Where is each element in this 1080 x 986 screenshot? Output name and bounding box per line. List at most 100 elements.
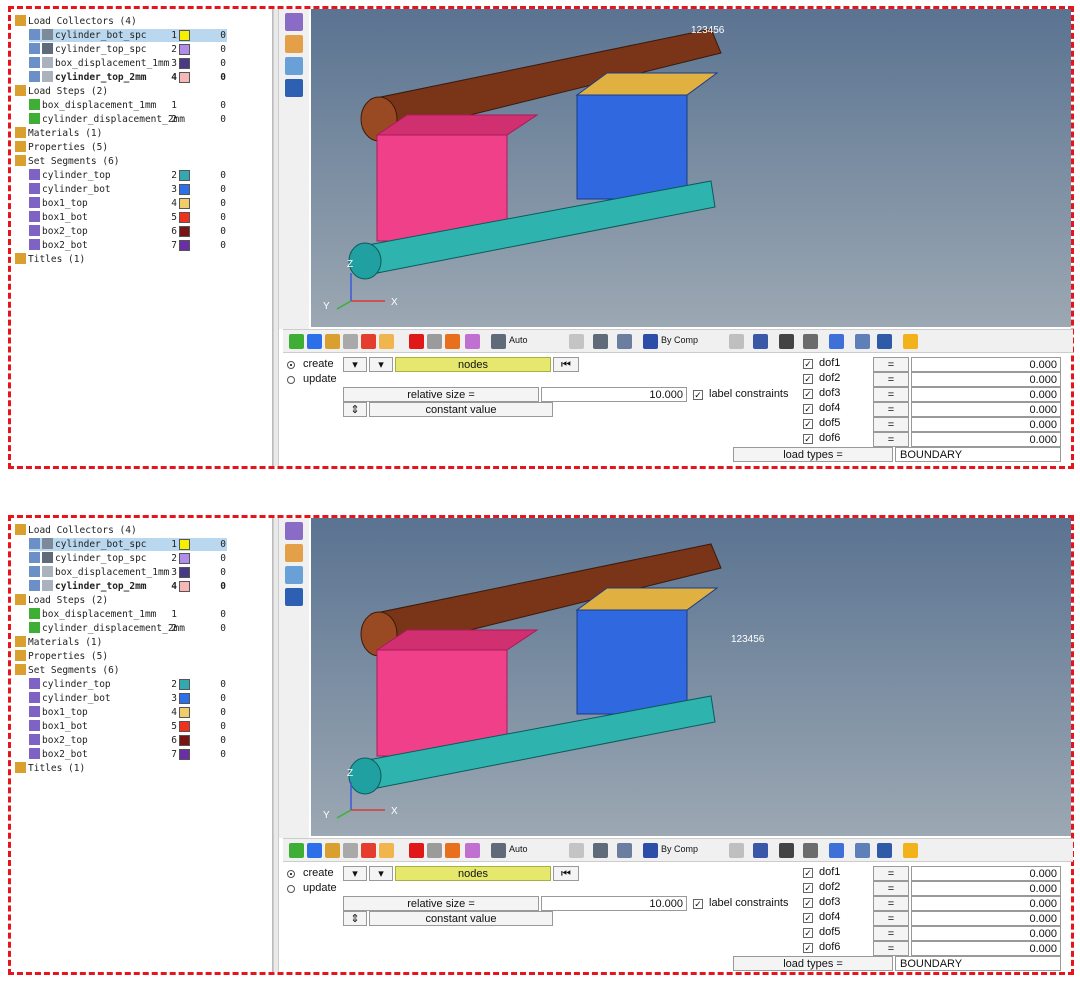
dof-checkbox[interactable]: ✓ (803, 419, 813, 429)
help-icon[interactable] (465, 843, 480, 858)
assign-icon[interactable] (289, 843, 304, 858)
collector-color-swatch[interactable] (179, 72, 190, 83)
tree-materials[interactable]: Materials (1) (15, 127, 102, 140)
line-icon[interactable] (779, 334, 794, 349)
tree-step-row[interactable]: cylinder_displacement_2mm (29, 622, 185, 635)
update-radio[interactable] (287, 376, 295, 384)
tree-segment-row[interactable]: cylinder_bot (29, 183, 111, 196)
tree-set-segments[interactable]: Set Segments (6) (15, 155, 120, 168)
monitor-icon[interactable] (877, 843, 892, 858)
layers-icon[interactable] (307, 843, 322, 858)
dof-value-input[interactable]: 0.000 (911, 911, 1061, 926)
tree-collector-row[interactable]: cylinder_top_2mm (29, 580, 147, 593)
line-icon[interactable] (779, 843, 794, 858)
constant-value-selector[interactable]: constant value (369, 911, 553, 926)
monitor-icon[interactable] (877, 334, 892, 349)
model-scene[interactable]: 123456 Z Y X (311, 9, 1071, 327)
segment-color-swatch[interactable] (179, 226, 190, 237)
reset-selection-button[interactable]: ⏮ (553, 866, 579, 881)
segment-color-swatch[interactable] (179, 721, 190, 732)
material-icon[interactable] (325, 334, 340, 349)
shading-icon[interactable] (593, 843, 608, 858)
segment-color-swatch[interactable] (179, 707, 190, 718)
tree-load-collectors[interactable]: Load Collectors (4) (15, 524, 137, 537)
tree-set-segments[interactable]: Set Segments (6) (15, 664, 120, 677)
collector-color-swatch[interactable] (179, 58, 190, 69)
segment-color-swatch[interactable] (179, 693, 190, 704)
segment-color-swatch[interactable] (179, 198, 190, 209)
tree-load-steps[interactable]: Load Steps (2) (15, 594, 108, 607)
tree-properties[interactable]: Properties (5) (15, 141, 108, 154)
visibility-icon[interactable] (569, 334, 584, 349)
segment-color-swatch[interactable] (179, 212, 190, 223)
display-mode-select[interactable]: Auto (509, 335, 528, 345)
dof-checkbox[interactable]: ✓ (803, 898, 813, 908)
folder-icon[interactable] (379, 334, 394, 349)
folder-icon[interactable] (379, 843, 394, 858)
surface-icon[interactable] (829, 334, 844, 349)
dof-checkbox[interactable]: ✓ (803, 389, 813, 399)
organize-icon[interactable] (445, 843, 460, 858)
collector-color-swatch[interactable] (179, 567, 190, 578)
surface-icon[interactable] (829, 843, 844, 858)
dof-value-input[interactable]: 0.000 (911, 357, 1061, 372)
label-constraints-checkbox[interactable]: ✓ (693, 390, 703, 400)
shading-icon[interactable] (593, 334, 608, 349)
dof-checkbox[interactable]: ✓ (803, 928, 813, 938)
assign-icon[interactable] (289, 334, 304, 349)
label-abc-icon[interactable] (285, 13, 303, 31)
display-mode-icon[interactable] (491, 843, 506, 858)
color-mode-select[interactable]: By Comp (661, 844, 698, 854)
relative-size-input[interactable]: 10.000 (541, 387, 687, 402)
tree-collector-row[interactable]: cylinder_bot_spc (29, 29, 227, 42)
dof-value-input[interactable]: 0.000 (911, 896, 1061, 911)
load-types-input[interactable]: BOUNDARY (895, 447, 1061, 462)
tree-segment-row[interactable]: cylinder_top (29, 678, 111, 691)
mesh-icon[interactable] (855, 334, 870, 349)
segment-color-swatch[interactable] (179, 240, 190, 251)
entity-dropdown-1[interactable]: ▾ (343, 357, 367, 372)
dof-value-input[interactable]: 0.000 (911, 372, 1061, 387)
value-type-toggle[interactable]: ⇕ (343, 402, 367, 417)
tree-properties[interactable]: Properties (5) (15, 650, 108, 663)
display-mode-select[interactable]: Auto (509, 844, 528, 854)
label-constraints-checkbox[interactable]: ✓ (693, 899, 703, 909)
dof-value-input[interactable]: 0.000 (911, 926, 1061, 941)
tree-segment-row[interactable]: box1_top (29, 197, 88, 210)
tree-segment-row[interactable]: box2_bot (29, 748, 88, 761)
star-icon[interactable] (903, 334, 918, 349)
wireframe-icon[interactable] (729, 334, 744, 349)
solid-icon[interactable] (753, 334, 768, 349)
segment-color-swatch[interactable] (179, 735, 190, 746)
plane-icon[interactable] (285, 588, 303, 606)
tree-titles[interactable]: Titles (1) (15, 253, 85, 266)
tree-segment-row[interactable]: box2_top (29, 225, 88, 238)
collector-color-swatch[interactable] (179, 553, 190, 564)
dof-checkbox[interactable]: ✓ (803, 913, 813, 923)
dof-value-input[interactable]: 0.000 (911, 881, 1061, 896)
solid-icon[interactable] (753, 843, 768, 858)
mesh-icon[interactable] (855, 843, 870, 858)
tree-load-steps[interactable]: Load Steps (2) (15, 85, 108, 98)
collector-color-swatch[interactable] (179, 30, 190, 41)
segment-color-swatch[interactable] (179, 749, 190, 760)
dof-value-input[interactable]: 0.000 (911, 866, 1061, 881)
segment-color-swatch[interactable] (179, 679, 190, 690)
collector-color-swatch[interactable] (179, 539, 190, 550)
color-mode-select[interactable]: By Comp (661, 335, 698, 345)
transform-icon[interactable] (285, 57, 303, 75)
tree-collector-row[interactable]: cylinder_bot_spc (29, 538, 227, 551)
dof-checkbox[interactable]: ✓ (803, 883, 813, 893)
create-radio[interactable] (287, 361, 295, 369)
dof-value-input[interactable]: 0.000 (911, 432, 1061, 447)
tree-load-collectors[interactable]: Load Collectors (4) (15, 15, 137, 28)
display-mode-icon[interactable] (491, 334, 506, 349)
reset-selection-button[interactable]: ⏮ (553, 357, 579, 372)
plane-display-icon[interactable] (803, 843, 818, 858)
transform-icon[interactable] (285, 566, 303, 584)
dof-checkbox[interactable]: ✓ (803, 374, 813, 384)
cube-icon[interactable] (617, 334, 632, 349)
dof-checkbox[interactable]: ✓ (803, 359, 813, 369)
segment-color-swatch[interactable] (179, 170, 190, 181)
tree-collector-row[interactable]: cylinder_top_spc (29, 43, 147, 56)
